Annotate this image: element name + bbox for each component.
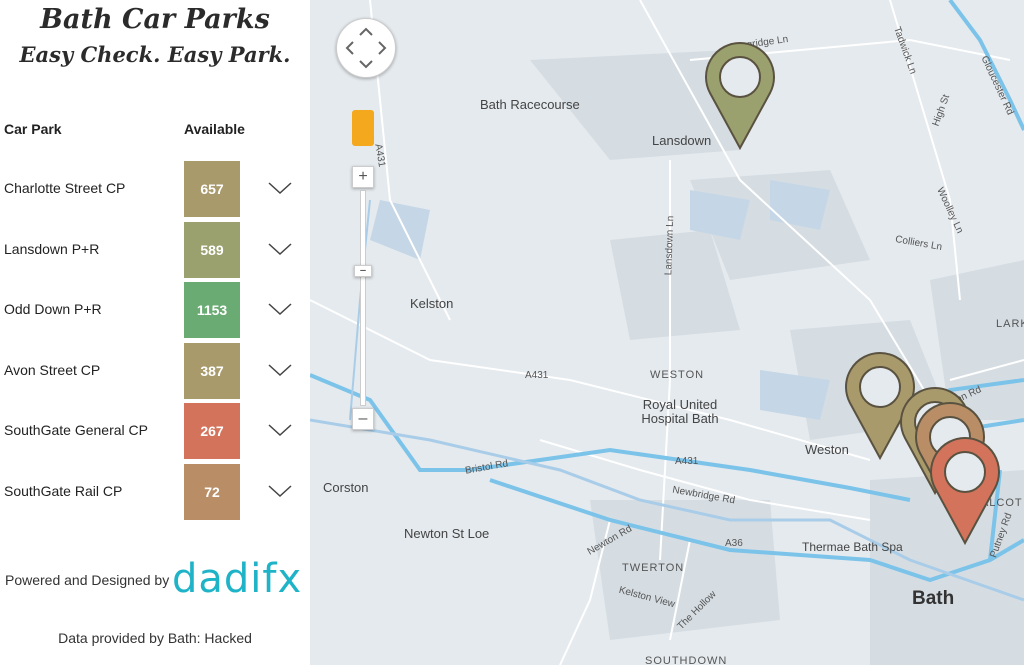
map-label: WESTON	[650, 369, 705, 381]
availability-badge: 1153	[184, 282, 240, 338]
data-credit: Data provided by Bath: Hacked	[58, 630, 252, 646]
sidebar: Bath Car Parks Easy Check. Easy Park. Ca…	[0, 0, 310, 665]
car-park-row[interactable]: SouthGate Rail CP 72	[0, 463, 310, 520]
chevron-down-icon[interactable]	[268, 181, 292, 195]
car-park-name: Odd Down P+R	[4, 301, 102, 317]
car-park-row[interactable]: SouthGate General CP 267	[0, 403, 310, 459]
chevron-down-icon[interactable]	[268, 242, 292, 256]
map-label: Bath	[912, 588, 955, 609]
map-label: TWERTON	[622, 562, 685, 574]
zoom-slider-handle[interactable]: –	[354, 265, 372, 277]
map-label: A431	[675, 456, 699, 467]
car-park-row[interactable]: Avon Street CP 387	[0, 342, 310, 399]
pan-control[interactable]	[336, 18, 396, 78]
car-park-name: SouthGate General CP	[4, 422, 148, 438]
car-park-name: SouthGate Rail CP	[4, 482, 123, 499]
availability-badge: 267	[184, 403, 240, 459]
car-park-name: Charlotte Street CP	[4, 180, 126, 196]
map-label: Royal United Hospital Bath	[641, 397, 719, 426]
map-label: Corston	[323, 480, 369, 495]
car-park-row[interactable]: Charlotte Street CP 657	[0, 161, 310, 217]
dadifx-logo[interactable]: dadifx	[172, 556, 302, 602]
map-label: Bath Racecourse	[480, 97, 580, 112]
powered-by-text: Powered and Designed by	[5, 572, 170, 588]
zoom-slider-track[interactable]	[360, 190, 366, 406]
chevron-down-icon[interactable]	[268, 484, 292, 498]
availability-badge: 387	[184, 342, 240, 399]
map-label: Thermae Bath Spa	[802, 540, 903, 554]
zoom-in-button[interactable]: +	[352, 166, 374, 188]
car-park-name: Avon Street CP	[4, 361, 101, 378]
map[interactable]: Langridge Ln Tadwick Ln Gloucester Rd Hi…	[310, 0, 1024, 665]
street-view-pegman-icon[interactable]	[352, 110, 374, 146]
map-label: Kelston	[410, 296, 454, 311]
col-header-car-park: Car Park	[4, 121, 62, 137]
map-label: SOUTHDOWN	[645, 655, 728, 665]
map-label: A431	[525, 370, 549, 381]
map-label: LARK	[996, 318, 1024, 330]
car-park-marker[interactable]	[925, 430, 1005, 550]
map-label: A36	[725, 538, 743, 549]
availability-badge: 72	[184, 463, 240, 520]
car-park-marker[interactable]	[700, 35, 780, 155]
zoom-out-button[interactable]: –	[352, 408, 374, 430]
app-title: Bath Car Parks	[40, 4, 270, 35]
car-park-name: Lansdown P+R	[4, 240, 100, 257]
map-label: Newton St Loe	[404, 526, 490, 541]
availability-badge: 657	[184, 161, 240, 217]
col-header-available: Available	[184, 121, 245, 137]
chevron-down-icon[interactable]	[268, 302, 292, 316]
map-label: Lansdown Ln	[663, 215, 677, 276]
chevron-down-icon[interactable]	[268, 423, 292, 437]
chevron-down-icon[interactable]	[268, 363, 292, 377]
tagline: Easy Check. Easy Park.	[19, 42, 291, 67]
car-park-row[interactable]: Odd Down P+R 1153	[0, 282, 310, 338]
availability-badge: 589	[184, 221, 240, 278]
car-park-row[interactable]: Lansdown P+R 589	[0, 221, 310, 278]
